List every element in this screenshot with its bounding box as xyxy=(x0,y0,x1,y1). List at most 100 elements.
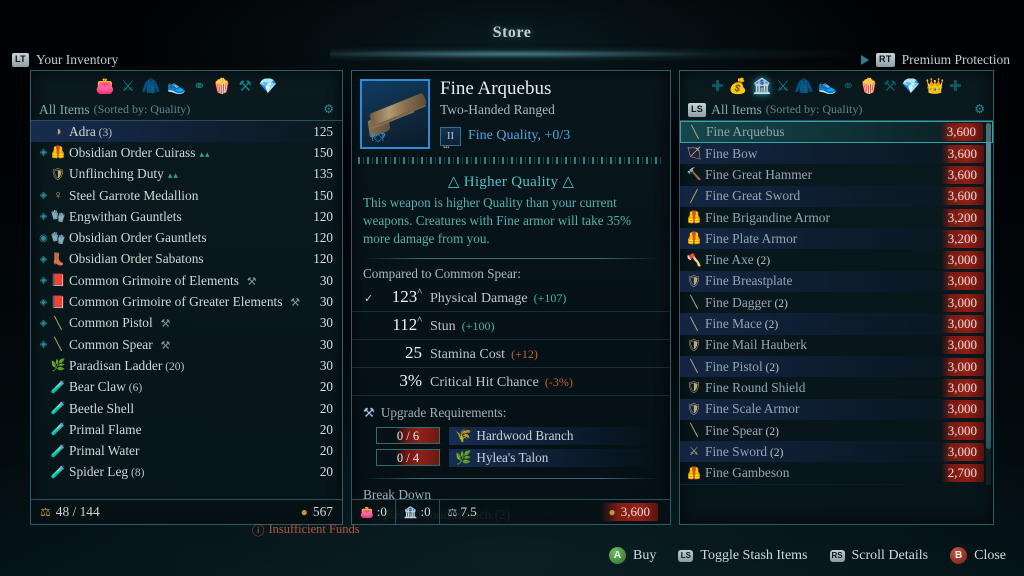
inventory-list-item[interactable]: ◑ Adra (3) 125 xyxy=(31,121,342,143)
requirement-progress: 0 / 4 xyxy=(376,449,440,467)
button-prompt[interactable]: A Buy xyxy=(609,547,656,564)
potion-icon[interactable]: 🍿 xyxy=(213,79,232,95)
inventory-list-item[interactable]: ◈ 🦺 Obsidian Order Cuirass ▴▴ 150 xyxy=(31,142,342,163)
inventory-list-item[interactable]: 🧪 Beetle Shell 20 xyxy=(31,398,342,419)
store-list-item[interactable]: 🔨 Fine Great Hammer 3,600 xyxy=(680,164,993,185)
store-list-item[interactable]: 🛡 Fine Breastplate 3,000 xyxy=(680,270,993,293)
gear-icon[interactable]: ⚙ xyxy=(323,102,334,117)
your-inventory-tab[interactable]: LT Your Inventory xyxy=(12,52,118,68)
detail-header: ‽◇‽ Fine Arquebus Two-Handed Ranged II F… xyxy=(352,71,670,151)
store-list-item[interactable]: ╲ Fine Arquebus 3,600 xyxy=(680,121,993,143)
detail-item-name: Fine Arquebus xyxy=(440,78,552,99)
gem-icon[interactable]: 💎 xyxy=(902,79,921,95)
inventory-list-item[interactable]: ◈ 📕 Common Grimoire of Greater Elements ⚒ 3… xyxy=(31,291,342,312)
premium-protection-tab[interactable]: RT Premium Protection xyxy=(861,52,1010,68)
inventory-list-item[interactable]: ◈ 👢 Obsidian Order Sabatons 120 xyxy=(31,249,342,270)
stat-name: Critical Hit Chance xyxy=(430,374,539,390)
button-prompt[interactable]: LS Toggle Stash Items xyxy=(678,547,808,564)
inventory-list-item[interactable]: ◈ 📕 Common Grimoire of Elements ⚒ 30 xyxy=(31,270,342,291)
inventory-filter-header[interactable]: All Items (Sorted by: Quality) ⚙ xyxy=(31,99,342,121)
weight-icon: ⚖ xyxy=(40,504,51,519)
gauntlet-icon: 🧤 xyxy=(50,209,66,224)
store-item-qty: (2) xyxy=(767,446,784,459)
amulet-icon: ♀ xyxy=(53,188,63,203)
crossed-weapons-icon[interactable]: ⚔ xyxy=(121,79,134,95)
store-list-item[interactable]: 🦺 Fine Brigandine Armor 3,200 xyxy=(680,207,993,228)
store-item-name: Fine Great Hammer xyxy=(705,166,813,182)
pistol-icon: ╲ xyxy=(690,359,698,374)
inventory-item-price: 30 xyxy=(319,336,333,352)
button-prompt[interactable]: B Close xyxy=(950,547,1006,564)
store-list-item[interactable]: 🛡 Fine Scale Armor 3,000 xyxy=(680,398,993,420)
insufficient-funds-warning: ⓘ Insufficient Funds xyxy=(252,520,360,539)
armor-icon[interactable]: 🧥 xyxy=(142,79,161,95)
anvil-icon[interactable]: ⚒ xyxy=(883,79,896,95)
store-list-item[interactable]: 🪓 Fine Axe (2) 3,000 xyxy=(680,249,993,270)
ingredient-icon: 🧪 xyxy=(50,443,66,458)
axe-icon: 🪓 xyxy=(686,252,702,267)
inventory-list-item[interactable]: 🌿 Paradisan Ladder (20) 30 xyxy=(31,355,342,376)
store-item-price: 2,700 xyxy=(940,464,984,483)
inventory-item-price: 20 xyxy=(319,443,333,459)
inventory-list-item[interactable]: 🧪 Primal Water 20 xyxy=(31,440,342,461)
boot-icon[interactable]: 👟 xyxy=(167,79,186,95)
store-list-item[interactable]: 🏹 Fine Bow 3,600 xyxy=(680,143,993,165)
stat-name: Stamina Cost xyxy=(430,346,506,362)
inventory-list-item[interactable]: ◈ ♀ Steel Garrote Medallion 150 xyxy=(31,185,342,206)
breastplate-icon: 🛡 xyxy=(686,273,702,288)
crown-icon[interactable]: 👑 xyxy=(925,79,944,95)
inventory-list-item[interactable]: ◈ 🧤 Engwithan Gauntlets 120 xyxy=(31,206,342,227)
inventory-list-item[interactable]: ◈ ╲ Common Spear ⚒ 30 xyxy=(31,334,342,355)
store-filter-header[interactable]: LS All Items (Sorted by: Quality) ⚙ xyxy=(680,99,993,121)
inventory-list-item[interactable]: ◈ ╲ Common Pistol ⚒ 30 xyxy=(31,313,342,334)
gear-icon[interactable]: ⚙ xyxy=(974,102,985,117)
inventory-list-item[interactable]: 🧪 Bear Claw (6) 20 xyxy=(31,377,342,398)
store-item-price: 3,000 xyxy=(940,293,984,312)
store-list-item[interactable]: 🦺 Fine Gambeson 2,700 xyxy=(680,462,993,483)
all-icon[interactable]: ✚ xyxy=(711,79,724,95)
inventory-category-bar[interactable]: 👛 ⚔ 🧥 👟 ⚭ 🍿 ⚒ 💎 xyxy=(31,71,342,99)
inventory-item-name: Bear Claw (6) xyxy=(69,379,143,395)
inventory-list-item[interactable]: 🛡 Unflinching Duty ▴▴ 135 xyxy=(31,164,342,185)
inventory-list-item[interactable]: 🧪 Spider Leg (8) 20 xyxy=(31,462,342,480)
store-list-item[interactable]: ╲ Fine Mace (2) 3,000 xyxy=(680,313,993,335)
crate-icon[interactable]: 🏦 xyxy=(753,79,772,95)
store-list[interactable]: ╲ Fine Arquebus 3,600 🏹 Fine Bow 3,600 🔨 Fine G… xyxy=(680,121,993,485)
potion-icon[interactable]: 🍿 xyxy=(860,79,879,95)
inventory-list[interactable]: ◑ Adra (3) 125 ◈ 🦺 Obsidian Order Cuirass ▴▴ 15… xyxy=(31,121,342,480)
loot-bag-icon[interactable]: 👛 xyxy=(96,79,115,95)
store-category-bar[interactable]: ✚ 💰 🏦 ⚔ 🧥 👟 ⚭ 🍿 ⚒ 💎 👑 ✚ xyxy=(680,71,993,99)
store-list-item[interactable]: ╲ Fine Spear (2) 3,000 xyxy=(680,420,993,441)
store-list-item[interactable]: ╲ Fine Pistol (2) 3,000 xyxy=(680,355,993,378)
inventory-list-item[interactable]: ◉ 🧤 Obsidian Order Gauntlets 120 xyxy=(31,227,342,248)
anvil-icon[interactable]: ⚒ xyxy=(238,79,251,95)
ring-icon[interactable]: ⚭ xyxy=(842,79,855,95)
store-list-item[interactable]: ⚔ Fine Sword (2) 3,000 xyxy=(680,441,993,463)
misc-icon[interactable]: ✚ xyxy=(949,79,962,95)
ring-icon[interactable]: ⚭ xyxy=(193,79,206,95)
item-status-icon: ◈ xyxy=(39,211,48,223)
crossed-weapons-icon[interactable]: ⚔ xyxy=(776,79,789,95)
gem-icon[interactable]: 💎 xyxy=(259,79,278,95)
store-list-item[interactable]: 🛡 Fine Round Shield 3,000 xyxy=(680,377,993,398)
store-list-item[interactable]: 🛡 Fine Mail Hauberk 3,000 xyxy=(680,335,993,356)
store-list-item[interactable]: ╱ Fine Great Sword 3,600 xyxy=(680,185,993,207)
detail-price-badge: ● 3,600 xyxy=(600,503,658,521)
armor-icon[interactable]: 🧥 xyxy=(795,79,814,95)
button-prompt[interactable]: RS Scroll Details xyxy=(829,547,928,564)
store-list-item[interactable]: 🦺 Fine Plate Armor 3,200 xyxy=(680,228,993,250)
store-item-price: 3,600 xyxy=(940,187,984,206)
upgrade-requirements-label: Upgrade Requirements: xyxy=(380,404,507,420)
page-title: Store xyxy=(492,24,532,41)
store-list-item[interactable]: 🦺Fine Leather Cuirass2,700 xyxy=(680,483,993,485)
store-list-item[interactable]: ╲ Fine Dagger (2) 3,000 xyxy=(680,292,993,313)
money-bag-icon[interactable]: 💰 xyxy=(729,79,748,95)
stat-superscript: ^ xyxy=(417,287,422,298)
inventory-item-price: 150 xyxy=(313,144,333,160)
anvil-icon: ⚒ xyxy=(157,339,171,352)
boot-icon[interactable]: 👟 xyxy=(818,79,837,95)
inventory-item-name: Obsidian Order Cuirass ▴▴ xyxy=(69,144,211,160)
shield-icon: 🛡 xyxy=(50,166,66,181)
inventory-list-item[interactable]: 🧪 Primal Flame 20 xyxy=(31,419,342,440)
quality-badge-icon: II xyxy=(440,126,461,151)
